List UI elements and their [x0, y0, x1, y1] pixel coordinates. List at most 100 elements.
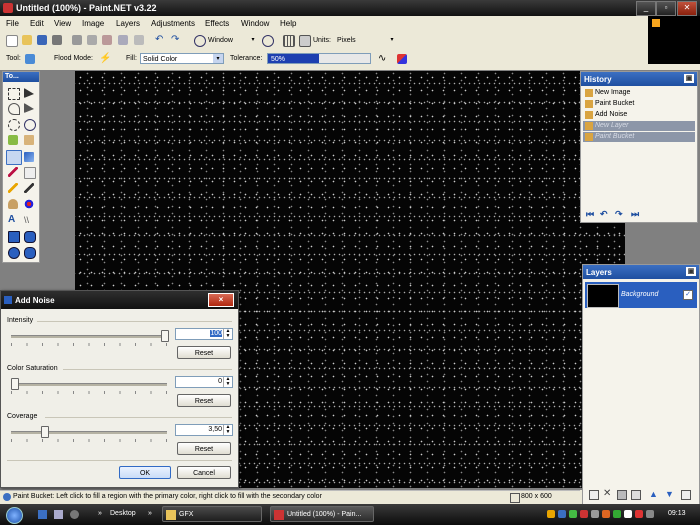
grid-icon[interactable] — [283, 35, 295, 47]
layer-row[interactable]: Background ✓ — [585, 282, 697, 308]
intensity-slider-thumb[interactable] — [161, 330, 169, 342]
paintbrush-icon[interactable] — [8, 167, 18, 177]
saturation-input[interactable]: 0 ▲ ▼ — [175, 376, 233, 388]
menu-effects[interactable]: Effects — [205, 19, 229, 28]
freeform-shape-icon[interactable] — [24, 247, 36, 259]
history-item[interactable]: Paint Bucket — [583, 99, 695, 109]
antialias-icon[interactable]: ∿ — [378, 54, 388, 64]
ok-button[interactable]: OK — [119, 466, 171, 479]
history-item[interactable]: New Layer — [583, 121, 695, 131]
move-selection-icon[interactable] — [24, 88, 34, 98]
menu-image[interactable]: Image — [82, 19, 104, 28]
tray-icon[interactable] — [580, 510, 588, 518]
zoom-tool-icon[interactable] — [24, 119, 36, 131]
new-icon[interactable] — [6, 35, 18, 47]
zoom-in-icon[interactable] — [262, 35, 274, 47]
dialog-close-button[interactable]: × — [208, 293, 234, 307]
maximize-button[interactable]: ▫ — [656, 1, 676, 16]
tray-icon[interactable] — [613, 510, 621, 518]
cancel-button[interactable]: Cancel — [177, 466, 231, 479]
quicklaunch-ie-icon[interactable] — [38, 510, 47, 519]
print-icon[interactable] — [52, 35, 62, 45]
volume-icon[interactable] — [646, 510, 654, 518]
menu-adjustments[interactable]: Adjustments — [151, 19, 195, 28]
image-thumbnail[interactable] — [648, 16, 700, 64]
pan-hand-icon[interactable] — [24, 135, 34, 145]
undo-icon[interactable]: ↶ — [155, 35, 165, 45]
saturation-track[interactable] — [11, 383, 167, 386]
save-icon[interactable] — [37, 35, 47, 45]
deselect-icon[interactable] — [134, 35, 144, 45]
desktop-toolbar[interactable]: Desktop — [110, 510, 136, 517]
coverage-slider-thumb[interactable] — [41, 426, 49, 438]
coverage-input[interactable]: 3,50 ▲ ▼ — [175, 424, 233, 436]
color-picker-icon[interactable] — [24, 183, 34, 193]
eraser-icon[interactable] — [24, 167, 36, 179]
close-button[interactable]: ✕ — [677, 1, 697, 16]
gradient-icon[interactable] — [24, 152, 34, 162]
text-tool-icon[interactable]: A — [8, 215, 18, 225]
taskbar-paintnet-button[interactable]: Untitled (100%) - Pain... — [270, 506, 374, 522]
menu-layers[interactable]: Layers — [116, 19, 140, 28]
rulers-icon[interactable] — [299, 35, 311, 47]
magic-wand-icon[interactable] — [8, 135, 18, 145]
menu-window[interactable]: Window — [241, 19, 269, 28]
spinner-icon[interactable]: ▲ ▼ — [223, 377, 232, 387]
fast-forward-icon[interactable]: ⏭ — [631, 209, 639, 220]
intensity-input[interactable]: 100 ▲ ▼ — [175, 328, 233, 340]
history-item[interactable]: New Image — [583, 88, 695, 98]
spinner-icon[interactable]: ▲ ▼ — [223, 329, 232, 339]
tolerance-slider[interactable]: 50% — [267, 53, 371, 64]
minimize-button[interactable]: _ — [636, 1, 656, 16]
rounded-rectangle-icon[interactable] — [24, 231, 36, 243]
tray-icon[interactable] — [569, 510, 577, 518]
tray-icon[interactable] — [635, 510, 643, 518]
saturation-reset-button[interactable]: Reset — [177, 394, 231, 407]
tray-icon[interactable] — [602, 510, 610, 518]
add-layer-icon[interactable] — [589, 490, 599, 500]
quicklaunch-app-icon[interactable] — [70, 510, 79, 519]
rewind-icon[interactable]: ⏮ — [586, 209, 594, 220]
saturation-slider-thumb[interactable] — [11, 378, 19, 390]
intensity-track[interactable] — [11, 335, 167, 338]
lasso-select-icon[interactable] — [8, 103, 20, 115]
move-pixels-icon[interactable] — [24, 103, 34, 113]
start-button[interactable] — [6, 507, 23, 524]
cut-icon[interactable] — [72, 35, 82, 45]
units-select[interactable]: Pixels ▾ — [335, 35, 397, 46]
tray-icon[interactable] — [547, 510, 555, 518]
delete-layer-icon[interactable]: ✕ — [603, 488, 611, 499]
pencil-icon[interactable] — [8, 183, 18, 193]
rectangle-select-icon[interactable] — [8, 88, 20, 100]
paste-icon[interactable] — [102, 35, 112, 45]
paint-bucket-tool-icon[interactable] — [6, 150, 22, 165]
spinner-icon[interactable]: ▲ ▼ — [223, 425, 232, 435]
rectangle-icon[interactable] — [8, 231, 20, 243]
tray-icon[interactable] — [624, 510, 632, 518]
layer-properties-icon[interactable] — [681, 490, 691, 500]
move-layer-up-icon[interactable]: ▲ — [649, 489, 658, 499]
clone-stamp-icon[interactable] — [8, 199, 18, 209]
redo-icon[interactable]: ↷ — [171, 35, 181, 45]
ellipse-select-icon[interactable] — [8, 119, 20, 131]
zoom-out-icon[interactable] — [194, 35, 206, 47]
redo-icon[interactable]: ↷ — [615, 209, 623, 220]
open-icon[interactable] — [22, 35, 32, 45]
blend-mode-icon[interactable] — [397, 54, 407, 64]
layer-visibility-checkbox[interactable]: ✓ — [683, 290, 693, 300]
history-item[interactable]: Paint Bucket — [583, 132, 695, 142]
quicklaunch-explorer-icon[interactable] — [54, 510, 63, 519]
taskbar-gfx-button[interactable]: GFX — [162, 506, 262, 522]
tray-icon[interactable] — [558, 510, 566, 518]
recolor-icon[interactable] — [24, 199, 34, 209]
duplicate-layer-icon[interactable] — [617, 490, 627, 500]
move-layer-down-icon[interactable]: ▼ — [665, 489, 674, 499]
layers-close-icon[interactable]: ▣ — [686, 267, 696, 276]
fill-select[interactable]: Solid Color ▾ — [140, 53, 224, 64]
coverage-track[interactable] — [11, 431, 167, 434]
crop-icon[interactable] — [118, 35, 128, 45]
flood-mode-icon[interactable]: ⚡ — [99, 54, 111, 64]
copy-icon[interactable] — [87, 35, 97, 45]
history-close-icon[interactable]: ▣ — [684, 74, 694, 83]
menu-view[interactable]: View — [54, 19, 71, 28]
